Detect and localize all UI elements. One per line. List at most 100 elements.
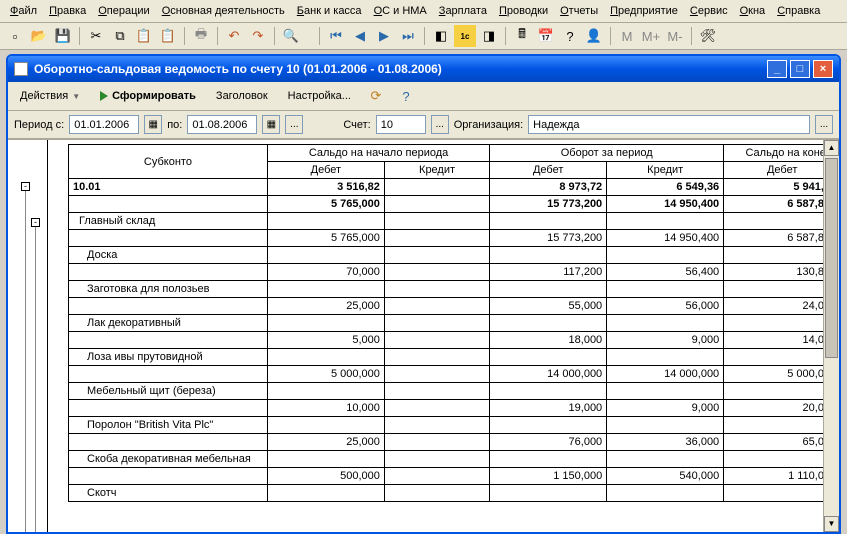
m-icon[interactable]: M [616,25,638,47]
period-from-label: Период с: [14,119,64,131]
account-picker-button[interactable]: ... [431,115,449,134]
refresh-icon[interactable]: ⟳ [365,85,387,107]
table-row[interactable]: 25,00055,00056,00024,000 [69,298,840,315]
menu-ос и нма[interactable]: ОС и НМА [368,2,433,20]
close-button[interactable]: × [813,60,833,78]
minimize-button[interactable]: _ [767,60,787,78]
outline-toggle-2[interactable]: - [31,218,40,227]
calendar-to-button[interactable]: ▦ [262,115,280,134]
org-input[interactable] [528,115,810,134]
table-row[interactable]: 10.013 516,828 973,726 549,365 941,18 [69,179,840,196]
menu-отчеты[interactable]: Отчеты [554,2,604,20]
calc-icon[interactable]: 🖩 [511,25,533,47]
menu-сервис[interactable]: Сервис [684,2,734,20]
col-subconto: Субконто [69,145,268,179]
menu-зарплата[interactable]: Зарплата [433,2,493,20]
header-button[interactable]: Заголовок [210,87,274,105]
table-row[interactable]: Поролон "British Vita Plc" [69,417,840,434]
report-table: Субконто Сальдо на начало периода Оборот… [68,144,839,502]
cal-icon[interactable]: 📅 [535,25,557,47]
mminus-icon[interactable]: M- [664,25,686,47]
scroll-down-button[interactable]: ▼ [824,516,839,532]
col-start: Сальдо на начало периода [267,145,489,162]
open-icon[interactable]: 📂 [28,25,50,47]
help-icon[interactable]: ? [559,25,581,47]
org-label: Организация: [454,119,523,131]
save-icon[interactable]: 💾 [52,25,74,47]
help2-icon[interactable]: ? [395,85,417,107]
menu-банк и касса[interactable]: Банк и касса [291,2,368,20]
table-row[interactable]: 10,00019,0009,00020,000 [69,400,840,417]
table-row[interactable]: 70,000117,20056,400130,800 [69,264,840,281]
menu-основная деятельность[interactable]: Основная деятельность [156,2,291,20]
copy-icon[interactable]: ⧉ [109,25,131,47]
window-toolbar: Действия ▼ Сформировать Заголовок Настро… [8,82,839,111]
period-picker-button[interactable]: ... [285,115,303,134]
table-row[interactable]: 5 000,00014 000,00014 000,0005 000,000 [69,366,840,383]
window-icon [14,62,28,76]
period-to-label: по: [167,119,182,131]
table-row[interactable]: Лоза ивы прутовидной [69,349,840,366]
menu-файл[interactable]: Файл [4,2,43,20]
cut-icon[interactable]: ✂ [85,25,107,47]
menu-справка[interactable]: Справка [771,2,826,20]
user-icon[interactable]: 👤 [583,25,605,47]
find-icon[interactable]: 🔍 [280,25,302,47]
nav3-icon[interactable]: ▶ [373,25,395,47]
outline-toggle-1[interactable]: - [21,182,30,191]
redo-icon[interactable]: ↷ [247,25,269,47]
table-row[interactable]: Заготовка для полозьев [69,281,840,298]
table-row[interactable]: Скоба декоративная мебельная [69,451,840,468]
actions-label: Действия [20,90,68,102]
settings-button[interactable]: Настройка... [282,87,357,105]
org-picker-button[interactable]: ... [815,115,833,134]
account-label: Счет: [343,119,370,131]
titlebar: Оборотно-сальдовая ведомость по счету 10… [8,56,839,82]
nav4-icon[interactable]: ⏭ [397,25,419,47]
tools-icon[interactable]: 🛠 [697,25,719,47]
maximize-button[interactable]: □ [790,60,810,78]
table-row[interactable]: 5 765,00015 773,20014 950,4006 587,800 [69,230,840,247]
calendar-from-button[interactable]: ▦ [144,115,162,134]
account-input[interactable] [376,115,426,134]
new-doc-icon[interactable]: ▫ [4,25,26,47]
undo-icon[interactable]: ↶ [223,25,245,47]
nav2-icon[interactable]: ◀ [349,25,371,47]
nav1-icon[interactable]: ⏮ [325,25,347,47]
scroll-up-button[interactable]: ▲ [824,140,839,156]
paste2-icon[interactable]: 📋 [157,25,179,47]
misc3-icon[interactable]: ◨ [478,25,500,47]
table-row[interactable]: 500,0001 150,000540,0001 110,000 [69,468,840,485]
table-row[interactable]: 5,00018,0009,00014,000 [69,332,840,349]
print-icon[interactable]: 🖶 [190,25,212,47]
misc1-icon[interactable]: ◧ [430,25,452,47]
vertical-scrollbar[interactable]: ▲ ▼ [823,140,839,532]
table-row[interactable]: Мебельный щит (береза) [69,383,840,400]
mplus-icon[interactable]: M+ [640,25,662,47]
table-row[interactable]: Доска [69,247,840,264]
chevron-down-icon: ▼ [72,92,80,101]
report-window: Оборотно-сальдовая ведомость по счету 10… [6,54,841,534]
actions-menu[interactable]: Действия ▼ [14,87,86,105]
table-row[interactable]: Лак декоративный [69,315,840,332]
1c-icon[interactable]: 1c [454,25,476,47]
col-turnover: Оборот за период [490,145,724,162]
menu-окна[interactable]: Окна [734,2,772,20]
form-button[interactable]: Сформировать [94,87,202,105]
play-icon [100,91,108,101]
table-row[interactable]: 5 765,00015 773,20014 950,4006 587,800 [69,196,840,213]
paste-icon[interactable]: 📋 [133,25,155,47]
menu-правка[interactable]: Правка [43,2,92,20]
menu-операции[interactable]: Операции [92,2,155,20]
main-menu: ФайлПравкаОперацииОсновная деятельностьБ… [0,0,847,23]
period-from-input[interactable] [69,115,139,134]
menu-проводки[interactable]: Проводки [493,2,554,20]
period-to-input[interactable] [187,115,257,134]
table-row[interactable]: Главный склад [69,213,840,230]
table-row[interactable]: Скотч [69,485,840,502]
window-title: Оборотно-сальдовая ведомость по счету 10… [34,62,442,76]
table-row[interactable]: 25,00076,00036,00065,000 [69,434,840,451]
report-area: - - Субконто Сальдо на начало периода Об… [8,139,839,532]
menu-предприятие[interactable]: Предприятие [604,2,684,20]
scroll-thumb[interactable] [825,158,838,358]
